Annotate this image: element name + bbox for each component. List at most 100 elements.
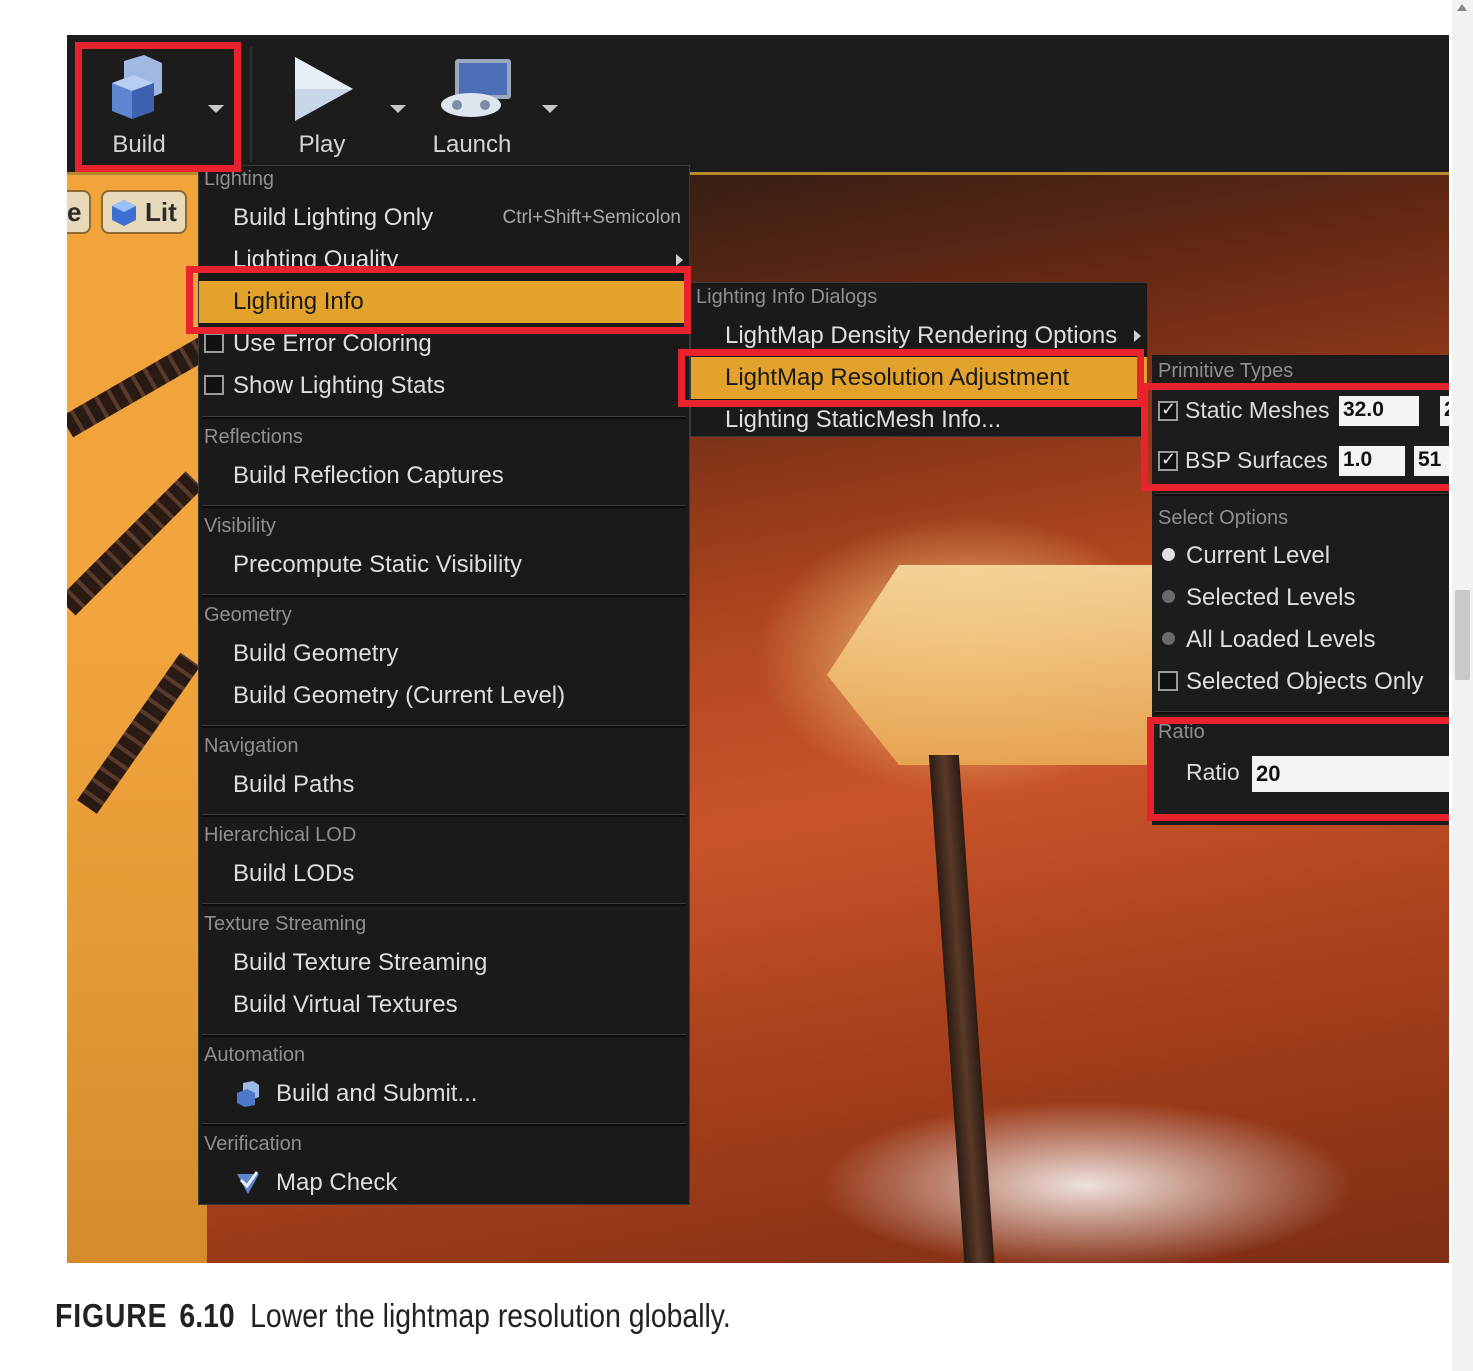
radio-current-level[interactable]: Current Level [1152, 535, 1449, 577]
menu-item-label: Build Lighting Only [233, 204, 434, 231]
section-header-texture-streaming: Texture Streaming [204, 913, 367, 935]
radio-all-loaded-levels[interactable]: All Loaded Levels [1152, 619, 1449, 661]
lightmap-resolution-panel: Primitive Types Static Meshes 32.0 2 BSP… [1152, 355, 1449, 825]
menu-item-build-and-submit[interactable]: Build and Submit... [199, 1073, 689, 1115]
launch-button[interactable]: Launch [412, 47, 532, 167]
menu-item-label: Lighting Info [233, 288, 364, 315]
static-meshes-value-input[interactable]: 32.0 [1339, 396, 1419, 426]
scroll-up-arrow-icon[interactable] [1457, 4, 1467, 11]
launch-dropdown-arrow[interactable] [542, 105, 558, 113]
menu-divider [202, 903, 686, 906]
radio-label: Selected Levels [1186, 584, 1356, 611]
menu-item-label: Show Lighting Stats [233, 372, 446, 399]
scrollbar-thumb[interactable] [1455, 590, 1470, 680]
lit-mode-pill[interactable]: Lit [101, 190, 187, 234]
menu-item-label: LightMap Resolution Adjustment [725, 364, 1070, 391]
checkbox-label: Selected Objects Only [1186, 668, 1424, 695]
section-header-visibility: Visibility [204, 515, 276, 537]
menu-item-lighting-quality[interactable]: Lighting Quality [199, 239, 689, 281]
build-label: Build [112, 131, 166, 158]
menu-item-precompute-static-visibility[interactable]: Precompute Static Visibility [199, 544, 689, 586]
viewport-pole [928, 755, 996, 1263]
menu-item-lighting-staticmesh-info[interactable]: Lighting StaticMesh Info... [691, 399, 1147, 441]
lit-label: Lit [145, 197, 177, 227]
play-icon [295, 57, 353, 121]
bsp-surfaces-row: BSP Surfaces 1.0 51 [1152, 439, 1449, 485]
checkbox-icon[interactable] [204, 375, 224, 395]
menu-item-use-error-coloring[interactable]: Use Error Coloring [199, 323, 689, 365]
launch-icon [441, 59, 511, 117]
static-meshes-row: Static Meshes 32.0 2 [1152, 389, 1449, 435]
figure-caption: FIGURE 6.10 Lower the lightmap resolution … [55, 1297, 731, 1335]
map-check-icon [237, 1171, 259, 1194]
editor-screenshot: Build Play Launch e Lit Lighting Build L… [67, 35, 1449, 1263]
figure-word: FIGURE [55, 1297, 168, 1334]
radio-selected-icon[interactable] [1162, 548, 1175, 561]
menu-item-label: Map Check [276, 1169, 398, 1196]
radio-label: Current Level [1186, 542, 1331, 569]
section-header-lighting: Lighting [204, 168, 275, 190]
section-header-ratio: Ratio [1158, 721, 1205, 743]
input-value: 51 [1418, 448, 1442, 471]
checkbox-selected-objects-only[interactable]: Selected Objects Only [1152, 661, 1449, 703]
menu-item-build-paths[interactable]: Build Paths [199, 764, 689, 806]
menu-item-label: Build Paths [233, 771, 355, 798]
checkbox-icon[interactable] [1158, 671, 1178, 691]
menu-item-build-lighting-only[interactable]: Build Lighting Only Ctrl+Shift+Semicolon [199, 197, 689, 239]
menu-item-build-lods[interactable]: Build LODs [199, 853, 689, 895]
section-header-geometry: Geometry [204, 604, 292, 626]
build-dropdown-arrow[interactable] [208, 105, 224, 113]
menu-item-lightmap-resolution-adjustment[interactable]: LightMap Resolution Adjustment [691, 357, 1147, 399]
menu-item-label: LightMap Density Rendering Options [725, 322, 1118, 349]
menu-divider [202, 814, 686, 817]
menu-divider [202, 725, 686, 728]
menu-item-label: Lighting Quality [233, 246, 399, 273]
menu-item-label: Lighting StaticMesh Info... [725, 406, 1002, 433]
toolbar-separator [250, 47, 252, 162]
panel-divider [1155, 493, 1449, 496]
radio-icon[interactable] [1162, 590, 1175, 603]
ratio-label: Ratio [1186, 759, 1240, 785]
shortcut-text: Ctrl+Shift+Semicolon [502, 207, 681, 228]
menu-item-build-virtual-textures[interactable]: Build Virtual Textures [199, 984, 689, 1026]
menu-item-build-geometry[interactable]: Build Geometry [199, 633, 689, 675]
menu-item-show-lighting-stats[interactable]: Show Lighting Stats [199, 365, 689, 407]
main-toolbar: Build Play Launch [67, 35, 1449, 175]
menu-item-map-check[interactable]: Map Check [199, 1162, 689, 1204]
static-meshes-second-input[interactable]: 2 [1440, 396, 1449, 426]
menu-item-build-geometry-current-level[interactable]: Build Geometry (Current Level) [199, 675, 689, 717]
build-icon [112, 55, 162, 119]
menu-item-label: Build Reflection Captures [233, 462, 504, 489]
menu-item-build-reflection-captures[interactable]: Build Reflection Captures [199, 455, 689, 497]
page-scrollbar[interactable] [1452, 0, 1473, 1371]
figure-number: 6.10 [179, 1297, 235, 1334]
bsp-surfaces-second-input[interactable]: 51 [1414, 446, 1449, 476]
play-dropdown-arrow[interactable] [390, 105, 406, 113]
caption-text: Lower the lightmap resolution globally. [250, 1297, 731, 1334]
static-meshes-label: Static Meshes [1185, 397, 1330, 423]
section-header-verification: Verification [204, 1133, 302, 1155]
ratio-input[interactable]: 20 [1252, 756, 1449, 792]
section-header-hierarchical-lod: Hierarchical LOD [204, 824, 357, 846]
ratio-row: Ratio 20 [1152, 751, 1449, 797]
menu-item-label: Use Error Coloring [233, 330, 432, 357]
menu-item-build-texture-streaming[interactable]: Build Texture Streaming [199, 942, 689, 984]
radio-selected-levels[interactable]: Selected Levels [1152, 577, 1449, 619]
build-button[interactable]: Build [79, 47, 199, 167]
menu-item-lightmap-density-options[interactable]: LightMap Density Rendering Options [691, 315, 1147, 357]
section-header-navigation: Navigation [204, 735, 299, 757]
view-mode-pill[interactable]: e [67, 190, 91, 234]
bsp-surfaces-checkbox[interactable] [1158, 449, 1178, 471]
section-header-automation: Automation [204, 1044, 306, 1066]
menu-item-lighting-info[interactable]: Lighting Info [199, 281, 689, 323]
input-value: 20 [1256, 761, 1281, 786]
input-value: 1.0 [1343, 448, 1373, 471]
radio-label: All Loaded Levels [1186, 626, 1376, 653]
static-meshes-checkbox[interactable] [1158, 399, 1178, 421]
bsp-surfaces-value-input[interactable]: 1.0 [1339, 446, 1405, 476]
menu-item-label: Precompute Static Visibility [233, 551, 523, 578]
play-button[interactable]: Play [262, 47, 382, 167]
checkbox-icon[interactable] [204, 333, 224, 353]
radio-icon[interactable] [1162, 632, 1175, 645]
submenu-arrow-icon [1134, 330, 1141, 342]
